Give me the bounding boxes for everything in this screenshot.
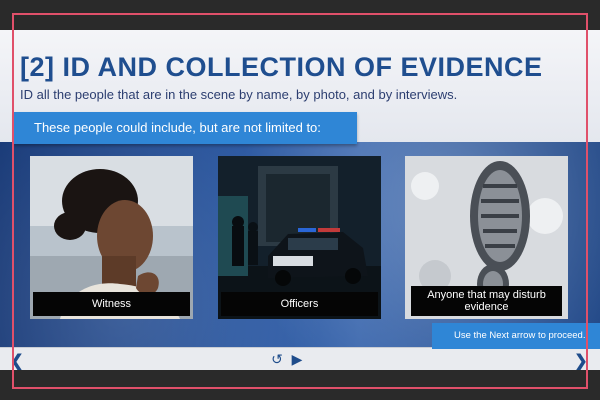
slide-subtitle: ID all the people that are in the scene … bbox=[20, 87, 458, 102]
card-officers: Officers bbox=[218, 156, 381, 319]
chevron-left-icon[interactable]: ❮ bbox=[10, 354, 24, 370]
play-icon[interactable]: ▶ bbox=[290, 351, 304, 367]
callout-banner: These people could include, but are not … bbox=[14, 112, 357, 144]
bottom-bar bbox=[0, 370, 600, 400]
card-caption: Anyone that may disturb evidence bbox=[411, 286, 562, 316]
chevron-right-icon[interactable]: ❯ bbox=[574, 354, 588, 370]
card-witness: Witness bbox=[30, 156, 193, 319]
slide-title: [2] ID AND COLLECTION OF EVIDENCE bbox=[20, 52, 543, 82]
top-bar bbox=[0, 0, 600, 30]
card-anyone: Anyone that may disturb evidence bbox=[405, 156, 568, 319]
card-caption: Officers bbox=[221, 292, 378, 316]
next-hint-banner: Use the Next arrow to proceed. bbox=[432, 323, 600, 349]
replay-icon[interactable]: ↺ bbox=[270, 351, 284, 367]
slide-canvas: [2] ID AND COLLECTION OF EVIDENCE ID all… bbox=[0, 30, 600, 370]
card-caption: Witness bbox=[33, 292, 190, 316]
